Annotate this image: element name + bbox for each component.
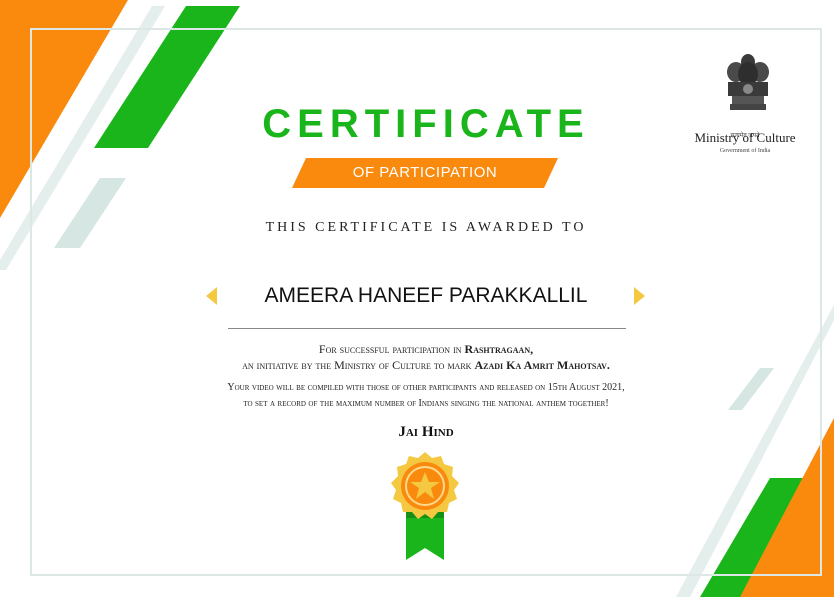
arrow-left-icon [206,287,217,305]
national-emblem-icon [727,54,769,110]
record-line: to set a record of the maximum number of… [243,398,609,409]
arrow-right-icon [634,287,645,305]
medal-star-icon [391,452,459,560]
video-release-line: Your video will be compiled with those o… [227,382,625,393]
closing-salutation: Jai Hind [398,424,454,440]
participation-line-text: For successful participation in [318,342,465,356]
certificate-title: CERTIFICATE [262,102,590,146]
ministry-name: Ministry of Culture [694,130,796,145]
name-underline [228,328,626,329]
certificate-subtitle: OF PARTICIPATION [352,164,498,181]
initiative-line: an initiative by the Ministry of Culture… [120,358,732,373]
initiative-line-text: an initiative by the Ministry of Culture… [242,358,475,372]
celebration-name: Azadi Ka Amrit Mahotsav. [474,358,610,372]
participation-line: For successful participation in Rashtrag… [120,342,732,357]
event-name: Rashtragaan, [464,342,534,356]
recipient-name: AMEERA HANEEF PARAKKALLIL [264,284,588,307]
awarded-to-label: THIS CERTIFICATE IS AWARDED TO [265,220,587,235]
certificate-page: सत्यमेव जयते Ministry of Culture Governm… [0,0,834,597]
government-name: Government of India [719,148,771,154]
